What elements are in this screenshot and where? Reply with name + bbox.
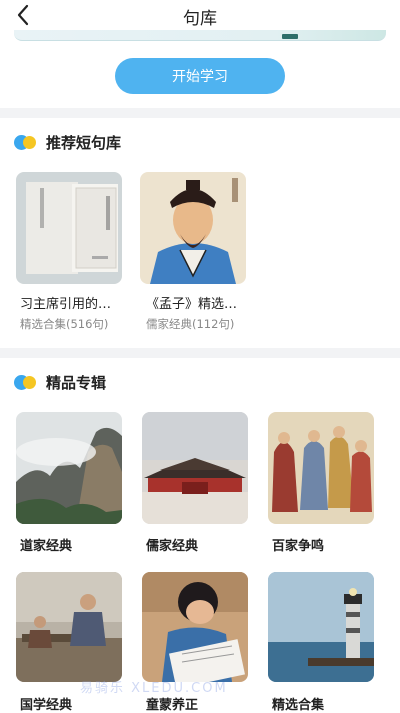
album-2-image[interactable] xyxy=(142,412,248,524)
recommend-section-title: 推荐短句库 xyxy=(46,133,122,152)
page-title: 句库 xyxy=(183,9,217,29)
albums-section-header: 精品专辑 xyxy=(14,371,106,393)
recommend-card-2-image[interactable] xyxy=(140,172,246,284)
recommend-card-2-subtitle: 儒家经典(112句) xyxy=(146,317,235,331)
album-6-image[interactable] xyxy=(268,572,374,682)
mencius-portrait-image xyxy=(140,172,246,284)
section-dots-icon xyxy=(14,134,38,150)
top-bar: 句库 xyxy=(0,0,400,30)
banner-image[interactable] xyxy=(14,30,386,41)
album-1-image[interactable] xyxy=(16,412,122,524)
lighthouse-image xyxy=(268,572,374,682)
album-4-label[interactable]: 国学经典 xyxy=(20,694,72,713)
album-4-image[interactable] xyxy=(16,572,122,682)
scholars-painting-image xyxy=(268,412,374,524)
album-5-image[interactable] xyxy=(142,572,248,682)
recommend-card-1-title[interactable]: 习主席引用的… xyxy=(20,293,111,312)
watermark-text: 易骑乐 XLEDU.COM xyxy=(80,681,228,696)
album-5-label[interactable]: 童蒙养正 xyxy=(146,694,198,713)
mountain-mist-image xyxy=(16,412,122,524)
section-divider xyxy=(0,348,400,358)
album-6-label[interactable]: 精选合集 xyxy=(272,694,324,713)
palace-image xyxy=(142,412,248,524)
old-classroom-image xyxy=(16,572,122,682)
albums-section-title: 精品专辑 xyxy=(46,373,107,392)
recommend-card-1-image[interactable] xyxy=(16,172,122,284)
child-studying-image xyxy=(142,572,248,682)
recommend-card-1-subtitle: 精选合集(516句) xyxy=(20,317,109,331)
section-divider xyxy=(0,108,400,118)
book-cover-image xyxy=(16,172,122,284)
album-3-label[interactable]: 百家争鸣 xyxy=(272,535,324,554)
album-1-label[interactable]: 道家经典 xyxy=(20,535,72,554)
recommend-section-header: 推荐短句库 xyxy=(14,131,121,153)
recommend-card-2-title[interactable]: 《孟子》精选… xyxy=(146,293,237,312)
album-2-label[interactable]: 儒家经典 xyxy=(146,535,198,554)
section-dots-icon xyxy=(14,374,38,390)
start-learning-button[interactable]: 开始学习 xyxy=(115,58,285,94)
album-3-image[interactable] xyxy=(268,412,374,524)
